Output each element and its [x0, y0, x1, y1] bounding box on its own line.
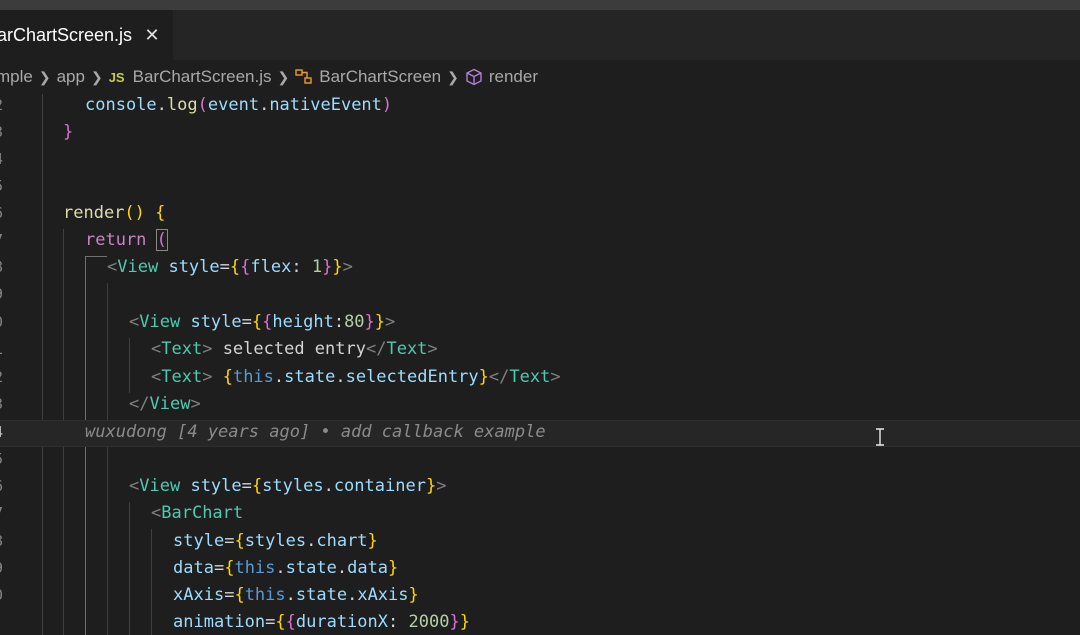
line-number: 0 — [0, 313, 6, 331]
title-bar — [0, 0, 1080, 10]
code-editor[interactable]: 2 console.log(event.nativeEvent) 3 } 4 5… — [0, 94, 1080, 635]
line-number: 2 — [0, 368, 6, 386]
code-text: </View> — [129, 394, 201, 414]
code-line[interactable]: 8 <View style={{flex: 1}}> — [0, 256, 1080, 283]
breadcrumb-item-example[interactable]: mple — [0, 67, 33, 87]
breadcrumb-label: render — [488, 67, 538, 86]
code-text: style={styles.chart} — [173, 531, 378, 551]
breadcrumb: mple ❯ app ❯ JS BarChartScreen.js ❯ BarC… — [0, 60, 1080, 94]
line-number: 9 — [0, 559, 6, 577]
code-text: <Text> selected entry</Text> — [151, 339, 438, 359]
line-number: 5 — [0, 177, 6, 195]
code-line[interactable]: 7 <BarChart — [0, 502, 1080, 529]
code-line[interactable]: 8 style={styles.chart} — [0, 530, 1080, 557]
line-number: 9 — [0, 285, 6, 303]
chevron-right-icon: ❯ — [277, 68, 290, 85]
line-number: 4 — [0, 150, 6, 168]
code-line[interactable]: 3 } — [0, 121, 1080, 148]
tab-barchartscreen-js[interactable]: arChartScreen.js ✕ — [0, 10, 173, 60]
code-line[interactable]: 5 — [0, 175, 1080, 202]
breadcrumb-item-method[interactable]: render — [465, 67, 538, 87]
code-line[interactable]: animation={{durationX: 2000}} — [0, 611, 1080, 635]
code-line[interactable]: 5 — [0, 448, 1080, 475]
line-number: 8 — [0, 532, 6, 550]
git-blame-annotation: wuxudong [4 years ago] • add callback ex… — [85, 422, 546, 442]
breadcrumb-label: mple — [0, 67, 33, 86]
code-line[interactable]: 7 return ( — [0, 229, 1080, 256]
code-text: <View style={{height:80}}> — [129, 312, 396, 332]
code-line[interactable]: 0 xAxis={this.state.xAxis} — [0, 584, 1080, 611]
code-text: animation={{durationX: 2000}} — [173, 612, 470, 632]
code-line[interactable]: 6 <View style={styles.container}> — [0, 475, 1080, 502]
current-line[interactable]: 4 wuxudong [4 years ago] • add callback … — [0, 420, 1080, 448]
code-line[interactable]: 3 </View> — [0, 393, 1080, 420]
line-number: 1 — [0, 340, 6, 358]
code-text: <View style={{flex: 1}}> — [107, 257, 353, 277]
code-line[interactable]: 9 data={this.state.data} — [0, 557, 1080, 584]
code-line[interactable]: 1 <Text> selected entry</Text> — [0, 338, 1080, 365]
line-number: 8 — [0, 258, 6, 276]
code-text: xAxis={this.state.xAxis} — [173, 585, 419, 605]
class-icon — [295, 69, 312, 84]
text-cursor-icon — [876, 428, 884, 446]
code-text: return ( — [85, 229, 168, 251]
tab-label: arChartScreen.js — [0, 24, 133, 45]
line-number: 7 — [0, 504, 6, 522]
line-number: 4 — [0, 423, 6, 441]
breadcrumb-label: BarChartScreen — [319, 67, 442, 86]
js-file-icon: JS — [108, 69, 125, 85]
code-text: <View style={styles.container}> — [129, 476, 447, 496]
line-number: 6 — [0, 477, 6, 495]
code-text: data={this.state.data} — [173, 558, 399, 578]
code-line[interactable]: 6 render() { — [0, 202, 1080, 229]
code-line[interactable]: 2 console.log(event.nativeEvent) — [0, 94, 1080, 121]
breadcrumb-label: app — [56, 67, 85, 86]
close-icon[interactable]: ✕ — [142, 25, 162, 45]
breadcrumb-label: BarChartScreen.js — [132, 67, 272, 86]
editor-tab-strip: arChartScreen.js ✕ — [0, 10, 1080, 60]
line-number: 3 — [0, 395, 6, 413]
line-number: 6 — [0, 204, 6, 222]
code-line[interactable]: 9 — [0, 283, 1080, 310]
code-text: } — [63, 122, 74, 142]
chevron-right-icon: ❯ — [90, 68, 103, 85]
line-number: 7 — [0, 231, 6, 249]
code-text: <Text> {this.state.selectedEntry}</Text> — [151, 367, 561, 387]
code-line[interactable]: 2 <Text> {this.state.selectedEntry}</Tex… — [0, 366, 1080, 393]
line-number: 0 — [0, 586, 6, 604]
method-cube-icon — [466, 68, 482, 86]
chevron-right-icon: ❯ — [38, 68, 51, 85]
code-text: <BarChart — [151, 503, 244, 523]
line-number: 5 — [0, 450, 6, 468]
breadcrumb-item-class[interactable]: BarChartScreen — [295, 67, 441, 87]
chevron-right-icon: ❯ — [447, 68, 459, 85]
breadcrumb-item-file[interactable]: JS BarChartScreen.js — [109, 67, 272, 87]
code-text: console.log(event.nativeEvent) — [85, 95, 393, 115]
line-number: 2 — [0, 96, 6, 114]
code-line[interactable]: 4 — [0, 148, 1080, 175]
breadcrumb-item-app[interactable]: app — [57, 67, 85, 87]
line-number: 3 — [0, 123, 6, 141]
code-text: render() { — [63, 203, 166, 223]
code-line[interactable]: 0 <View style={{height:80}}> — [0, 311, 1080, 338]
